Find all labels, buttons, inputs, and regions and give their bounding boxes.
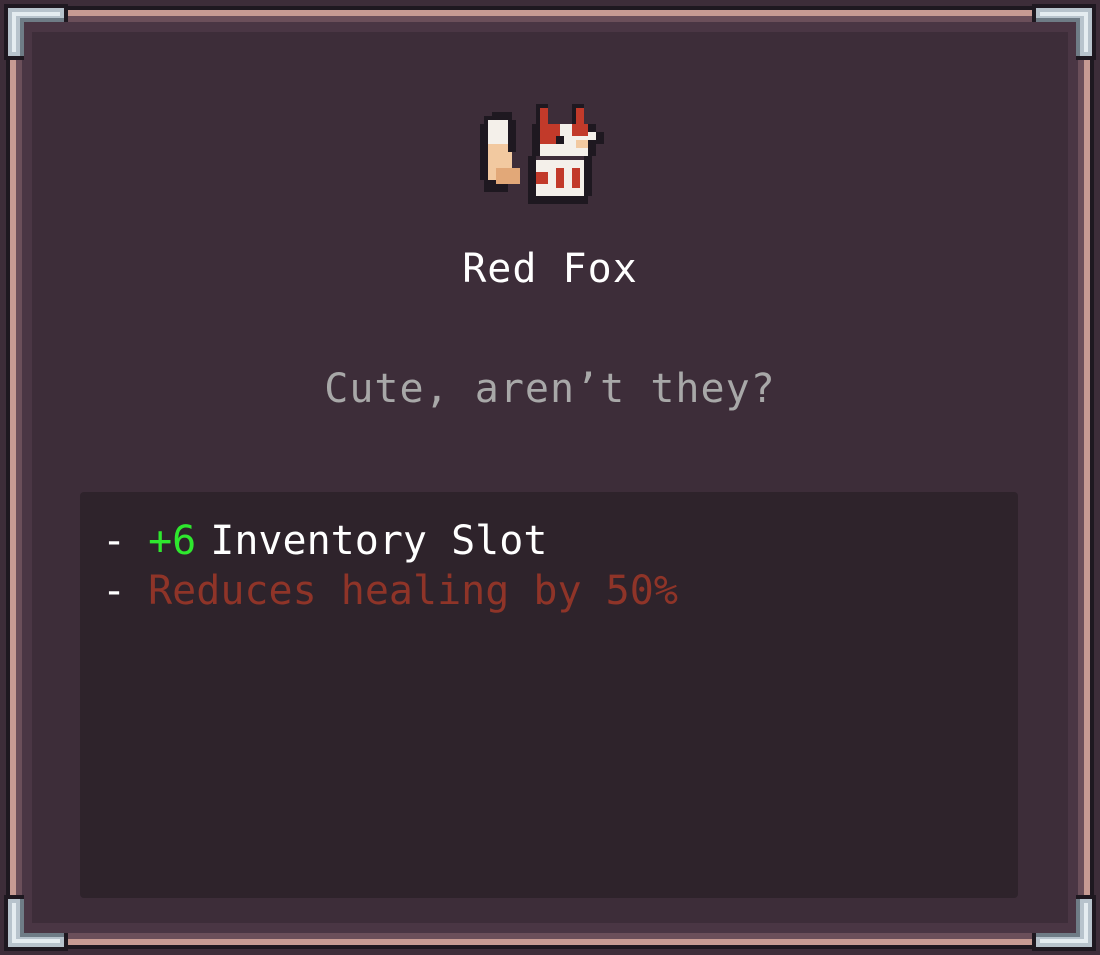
effects-list: - +6 Inventory Slot - Reduces healing by 50… — [102, 516, 678, 616]
effect-row-inventory: - +6 Inventory Slot — [102, 516, 678, 566]
corner-bracket-icon — [4, 895, 68, 951]
corner-bracket-icon — [1032, 4, 1096, 60]
bullet-dash: - — [102, 568, 127, 614]
red-fox-icon — [476, 100, 624, 208]
effect-value: +6 — [148, 518, 197, 564]
corner-bracket-icon — [1032, 895, 1096, 951]
item-description: Cute, aren’t they? — [324, 366, 776, 412]
item-tooltip-panel: Red Fox Cute, aren’t they? - +6 Inventory … — [0, 0, 1100, 955]
effect-row-healing: - Reduces healing by 50% — [102, 566, 678, 616]
bullet-dash: - — [102, 518, 127, 564]
item-name: Red Fox — [462, 246, 638, 292]
effect-text: Reduces healing by 50% — [148, 568, 678, 614]
corner-bracket-icon — [4, 4, 68, 60]
effects-box: - +6 Inventory Slot - Reduces healing by 50… — [80, 492, 1018, 898]
effect-text: Inventory Slot — [210, 518, 548, 564]
